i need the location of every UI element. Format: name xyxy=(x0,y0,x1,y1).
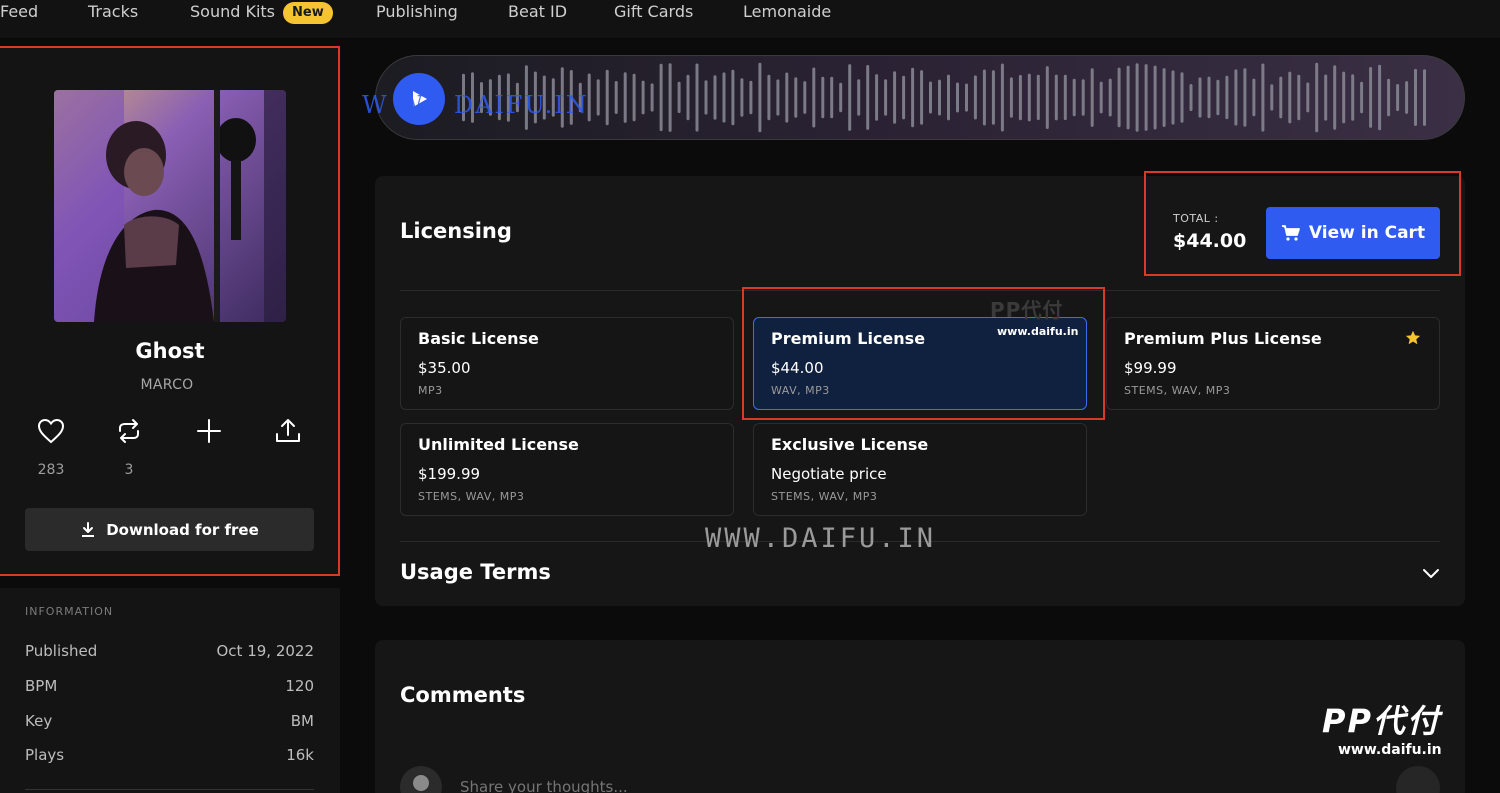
nav-publishing[interactable]: Publishing xyxy=(376,0,458,24)
like-button[interactable] xyxy=(35,416,67,446)
download-button[interactable]: Download for free xyxy=(25,508,314,551)
info-label: Published xyxy=(25,642,98,660)
license-formats: MP3 xyxy=(418,384,443,397)
total-value: $44.00 xyxy=(1173,230,1247,252)
license-card-exclusive[interactable]: Exclusive License Negotiate price STEMS,… xyxy=(753,423,1087,516)
watermark-brand-mid: PP代付 xyxy=(990,298,1064,322)
license-card-premium-plus[interactable]: Premium Plus License $99.99 STEMS, WAV, … xyxy=(1106,317,1440,410)
information-heading: INFORMATION xyxy=(25,605,114,618)
top-navigation: Feed Tracks Sound Kits New Publishing Bea… xyxy=(0,0,1500,38)
license-price: $35.00 xyxy=(418,359,471,377)
add-to-playlist-button[interactable] xyxy=(193,416,225,446)
info-value: 120 xyxy=(285,677,314,695)
star-icon xyxy=(1405,330,1421,345)
comments-title: Comments xyxy=(400,683,526,707)
nav-lemonaide[interactable]: Lemonaide xyxy=(743,0,831,24)
comments-panel xyxy=(375,640,1465,793)
nav-sound-kits[interactable]: Sound Kits New xyxy=(190,0,333,24)
plus-icon xyxy=(197,419,221,443)
info-row-key: Key BM xyxy=(25,712,314,730)
info-value: Oct 19, 2022 xyxy=(216,642,315,660)
cover-image xyxy=(54,90,286,322)
info-label: BPM xyxy=(25,677,58,695)
license-card-unlimited[interactable]: Unlimited License $199.99 STEMS, WAV, MP… xyxy=(400,423,734,516)
license-name: Exclusive License xyxy=(771,435,929,454)
watermark-url-mid: www.daifu.in xyxy=(997,325,1079,338)
info-value: 16k xyxy=(286,746,314,764)
license-price: Negotiate price xyxy=(771,465,887,483)
repost-count: 3 xyxy=(124,462,134,478)
licensing-title: Licensing xyxy=(400,219,512,243)
divider xyxy=(25,789,314,790)
heart-icon xyxy=(37,418,65,444)
watermark-brand-corner: PP代付 xyxy=(1322,702,1441,740)
info-row-published: Published Oct 19, 2022 xyxy=(25,642,314,660)
license-name: Premium License xyxy=(771,329,926,348)
nav-beat-id[interactable]: Beat ID xyxy=(508,0,567,24)
nav-sound-kits-label: Sound Kits xyxy=(190,2,276,21)
repost-icon xyxy=(119,419,139,443)
watermark-top: W W . DAIFU.IN xyxy=(362,91,589,119)
license-formats: WAV, MP3 xyxy=(771,384,830,397)
divider xyxy=(400,290,1440,291)
license-formats: STEMS, WAV, MP3 xyxy=(771,490,878,503)
license-price: $199.99 xyxy=(418,465,481,483)
info-label: Plays xyxy=(25,746,65,764)
cover-art xyxy=(54,90,286,322)
download-label: Download for free xyxy=(106,520,259,539)
share-button[interactable] xyxy=(272,416,304,446)
license-name: Basic License xyxy=(418,329,539,348)
cart-label: View in Cart xyxy=(1308,223,1426,243)
waveform-bars[interactable] xyxy=(462,60,1432,135)
like-count: 283 xyxy=(37,462,65,478)
repost-button[interactable] xyxy=(113,416,145,446)
watermark-center: WWW.DAIFU.IN xyxy=(705,523,937,554)
license-name: Unlimited License xyxy=(418,435,579,454)
comment-input[interactable] xyxy=(460,778,1380,793)
track-artist[interactable]: MARCO xyxy=(0,377,334,393)
nav-gift-cards[interactable]: Gift Cards xyxy=(614,0,693,24)
usage-terms-toggle[interactable]: Usage Terms xyxy=(400,560,551,584)
info-label: Key xyxy=(25,712,53,730)
watermark-url-corner: www.daifu.in xyxy=(1338,742,1442,758)
info-row-plays: Plays 16k xyxy=(25,746,314,764)
total-label: TOTAL : xyxy=(1173,212,1219,225)
chevron-down-icon[interactable] xyxy=(1421,566,1441,582)
license-price: $99.99 xyxy=(1124,359,1177,377)
new-badge: New xyxy=(283,2,333,24)
share-icon xyxy=(276,419,300,442)
cart-icon xyxy=(1281,225,1300,241)
download-icon xyxy=(82,521,95,537)
license-card-basic[interactable]: Basic License $35.00 MP3 xyxy=(400,317,734,410)
nav-feed[interactable]: Feed xyxy=(0,0,38,24)
info-value: BM xyxy=(290,712,314,730)
info-row-bpm: BPM 120 xyxy=(25,677,314,695)
license-formats: STEMS, WAV, MP3 xyxy=(1124,384,1231,397)
license-formats: STEMS, WAV, MP3 xyxy=(418,490,525,503)
track-title: Ghost xyxy=(135,339,205,363)
license-name: Premium Plus License xyxy=(1124,329,1322,348)
view-in-cart-button[interactable]: View in Cart xyxy=(1266,207,1440,259)
nav-tracks[interactable]: Tracks xyxy=(88,0,138,24)
license-price: $44.00 xyxy=(771,359,824,377)
